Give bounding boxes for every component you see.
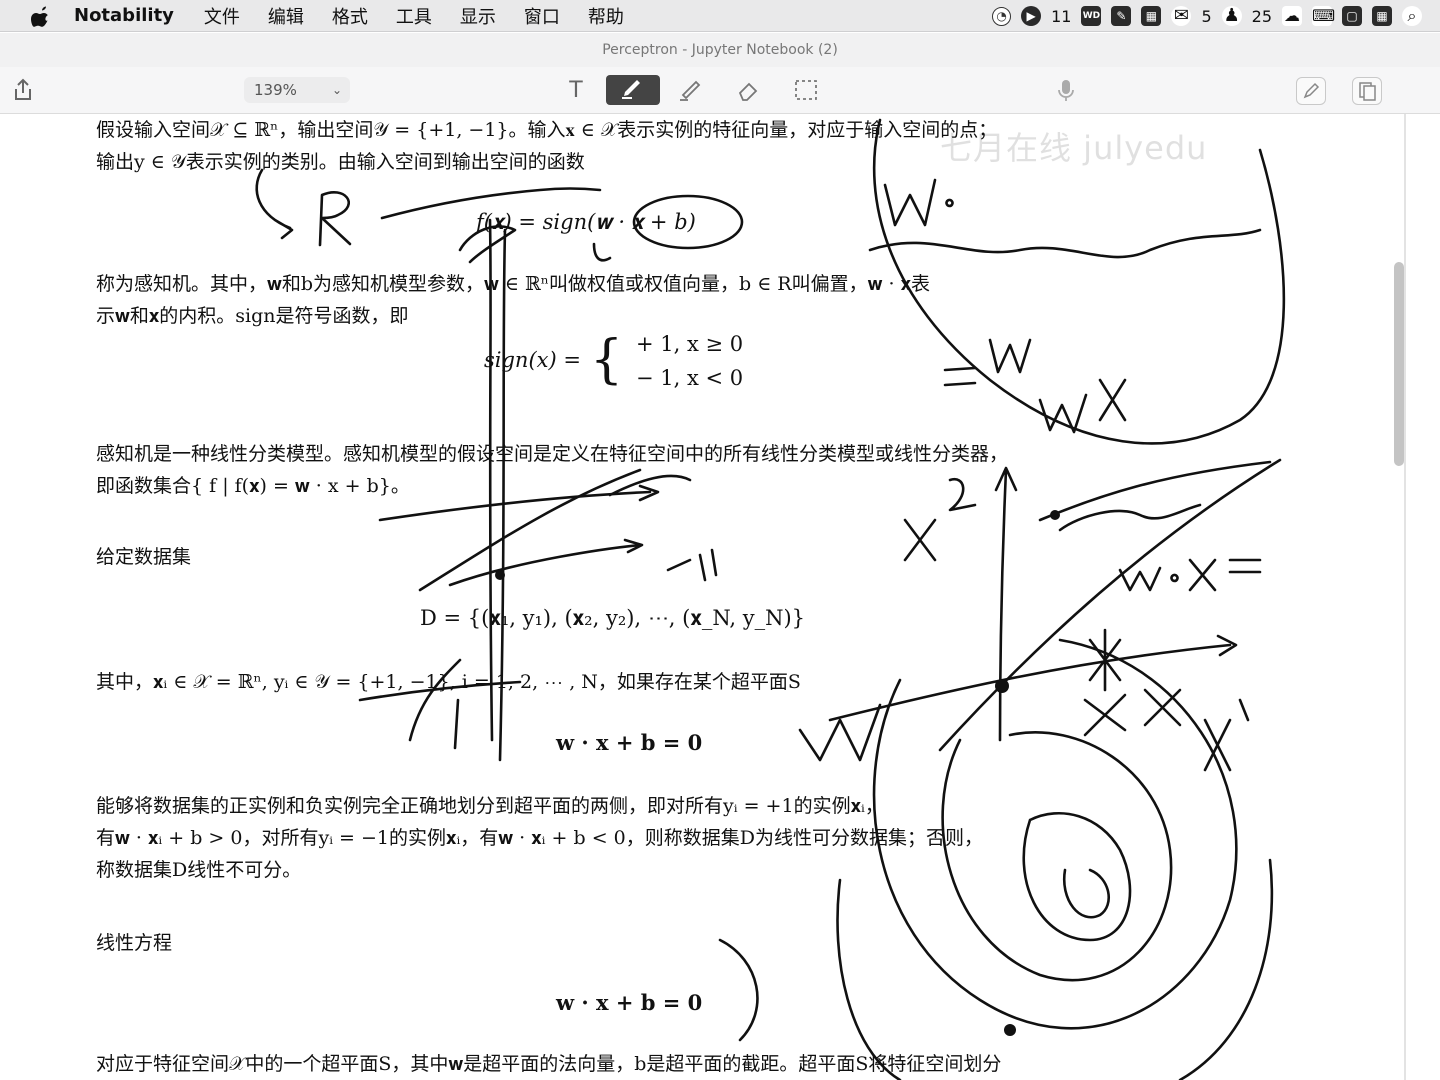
zoom-value: 139% bbox=[254, 81, 297, 99]
menu-help[interactable]: 帮助 bbox=[588, 3, 624, 29]
zoom-select[interactable]: 139% ⌄ bbox=[244, 77, 350, 103]
wd-drive-icon[interactable]: WD bbox=[1081, 6, 1102, 26]
menu-file[interactable]: 文件 bbox=[204, 3, 240, 29]
wechat-icon[interactable]: ✉ bbox=[1171, 6, 1192, 26]
paragraph-input-space: 假设输入空间𝒳 ⊆ ℝⁿ，输出空间𝒴 = {+1, −1}。输入𝐱 ∈ 𝒳表示实… bbox=[96, 119, 998, 141]
window-title-bar: Perceptron - Jupyter Notebook (2) bbox=[0, 33, 1440, 67]
share-icon bbox=[15, 78, 31, 100]
paragraph-perceptron-def-1: 称为感知机。其中，𝐰和b为感知机模型参数，𝐰 ∈ ℝⁿ叫做权值或权值向量，b ∈… bbox=[96, 273, 930, 295]
equation-hyperplane-1: 𝐰 · 𝐱 + b = 0 bbox=[556, 730, 703, 755]
highlighter-icon bbox=[680, 80, 701, 101]
grid-icon[interactable]: ▦ bbox=[1372, 6, 1392, 26]
equation-sign-brace: { bbox=[590, 330, 624, 390]
paragraph-output-space: 输出y ∈ 𝒴表示实例的类别。由输入空间到输出空间的函数 bbox=[96, 151, 585, 173]
microphone-icon bbox=[1058, 80, 1074, 101]
gauge-icon[interactable]: ◔ bbox=[992, 6, 1012, 26]
search-icon[interactable]: ⌕ bbox=[1402, 6, 1422, 26]
page-thumbnails-button[interactable] bbox=[1352, 77, 1382, 105]
equation-dataset: D = {(𝐱₁, y₁), (𝐱₂, y₂), ⋯, (𝐱_N, y_N)} bbox=[420, 606, 806, 630]
edit-pages-button[interactable] bbox=[1296, 77, 1326, 105]
share-button[interactable] bbox=[10, 77, 36, 103]
page-edge bbox=[1404, 114, 1406, 1080]
paragraph-linear-model-1: 感知机是一种线性分类模型。感知机模型的假设空间是定义在特征空间中的所有线性分类模… bbox=[96, 443, 1009, 465]
menu-view[interactable]: 显示 bbox=[460, 3, 496, 29]
wechat-count: 5 bbox=[1201, 6, 1212, 26]
heading-dataset: 给定数据集 bbox=[96, 546, 192, 568]
cloud-icon[interactable]: ☁ bbox=[1282, 6, 1302, 26]
pen-tool-button[interactable] bbox=[606, 75, 660, 105]
pencil-icon bbox=[1303, 82, 1320, 99]
status-badge-count: 11 bbox=[1051, 6, 1072, 26]
lasso-select-tool-button[interactable] bbox=[786, 75, 826, 105]
paragraph-separable-1: 能够将数据集的正实例和负实例完全正确地划分到超平面的两侧，即对所有yᵢ = +1… bbox=[96, 795, 884, 817]
equation-sign-case-2: − 1, x < 0 bbox=[636, 366, 744, 390]
eraser-icon bbox=[738, 82, 758, 101]
window-title: Perceptron - Jupyter Notebook (2) bbox=[602, 42, 838, 58]
status-area: ◔ ▶ 11 WD ✎ ▦ ✉ 5 ♟ 25 ☁ ⌨ ▢ ▦ ⌕ bbox=[992, 0, 1422, 32]
paragraph-hyperplane-condition: 其中，𝐱ᵢ ∈ 𝒳 = ℝⁿ, yᵢ ∈ 𝒴 = {+1, −1}, i = 1… bbox=[96, 671, 801, 693]
heading-linear-equation: 线性方程 bbox=[96, 932, 173, 954]
equation-sign-lhs: sign(x) = bbox=[484, 348, 581, 372]
equation-hyperplane-2: 𝐰 · 𝐱 + b = 0 bbox=[556, 990, 703, 1015]
paragraph-perceptron-def-2: 示𝐰和𝐱的内积。sign是符号函数，即 bbox=[96, 305, 409, 327]
menu-format[interactable]: 格式 bbox=[332, 3, 368, 29]
evernote-icon[interactable]: ✎ bbox=[1111, 6, 1132, 26]
toolbar: 139% ⌄ T 七月在线 julyedu bbox=[0, 67, 1440, 167]
selection-icon bbox=[795, 80, 817, 100]
paragraph-separable-2: 有𝐰 · 𝐱ᵢ + b > 0，对所有yᵢ = −1的实例𝐱ᵢ，有𝐰 · 𝐱ᵢ … bbox=[96, 827, 983, 849]
vertical-scrollbar[interactable] bbox=[1394, 262, 1404, 466]
eraser-tool-button[interactable] bbox=[728, 75, 768, 105]
keyboard-icon[interactable]: ⌨ bbox=[1312, 6, 1335, 26]
qq-icon[interactable]: ♟ bbox=[1221, 6, 1242, 26]
equation-sign-case-1: + 1, x ≥ 0 bbox=[636, 332, 744, 356]
highlighter-tool-button[interactable] bbox=[670, 75, 710, 105]
menu-window[interactable]: 窗口 bbox=[524, 3, 560, 29]
calendar-icon[interactable]: ▦ bbox=[1141, 6, 1162, 26]
microphone-button[interactable] bbox=[1052, 77, 1080, 103]
notification-count: 25 bbox=[1251, 6, 1272, 26]
document-page[interactable]: 假设输入空间𝒳 ⊆ ℝⁿ，输出空间𝒴 = {+1, −1}。输入𝐱 ∈ 𝒳表示实… bbox=[0, 114, 1440, 1080]
paragraph-separable-3: 称数据集D线性不可分。 bbox=[96, 859, 302, 881]
paragraph-normal-vector: 对应于特征空间𝒳中的一个超平面S，其中𝐰是超平面的法向量，b是超平面的截距。超平… bbox=[96, 1053, 1002, 1075]
apple-logo-icon[interactable] bbox=[28, 4, 54, 28]
paragraph-linear-model-2: 即函数集合{ f | f(𝐱) = 𝐰 · x + b}。 bbox=[96, 475, 410, 497]
window-icon[interactable]: ▢ bbox=[1342, 6, 1362, 26]
menu-bar: Notability 文件 编辑 格式 工具 显示 窗口 帮助 ◔ ▶ 11 W… bbox=[0, 0, 1440, 32]
menu-tools[interactable]: 工具 bbox=[396, 3, 432, 29]
text-tool-icon: T bbox=[569, 77, 583, 103]
equation-perceptron: f(𝐱) = sign(𝐰 · 𝐱 + b) bbox=[476, 210, 696, 234]
pages-icon bbox=[1359, 82, 1376, 101]
pen-icon bbox=[622, 80, 640, 99]
menu-edit[interactable]: 编辑 bbox=[268, 3, 304, 29]
chevron-down-icon: ⌄ bbox=[331, 83, 342, 97]
app-menu-notability[interactable]: Notability bbox=[74, 5, 174, 26]
text-tool-button[interactable]: T bbox=[556, 75, 596, 105]
play-icon[interactable]: ▶ bbox=[1021, 6, 1042, 26]
